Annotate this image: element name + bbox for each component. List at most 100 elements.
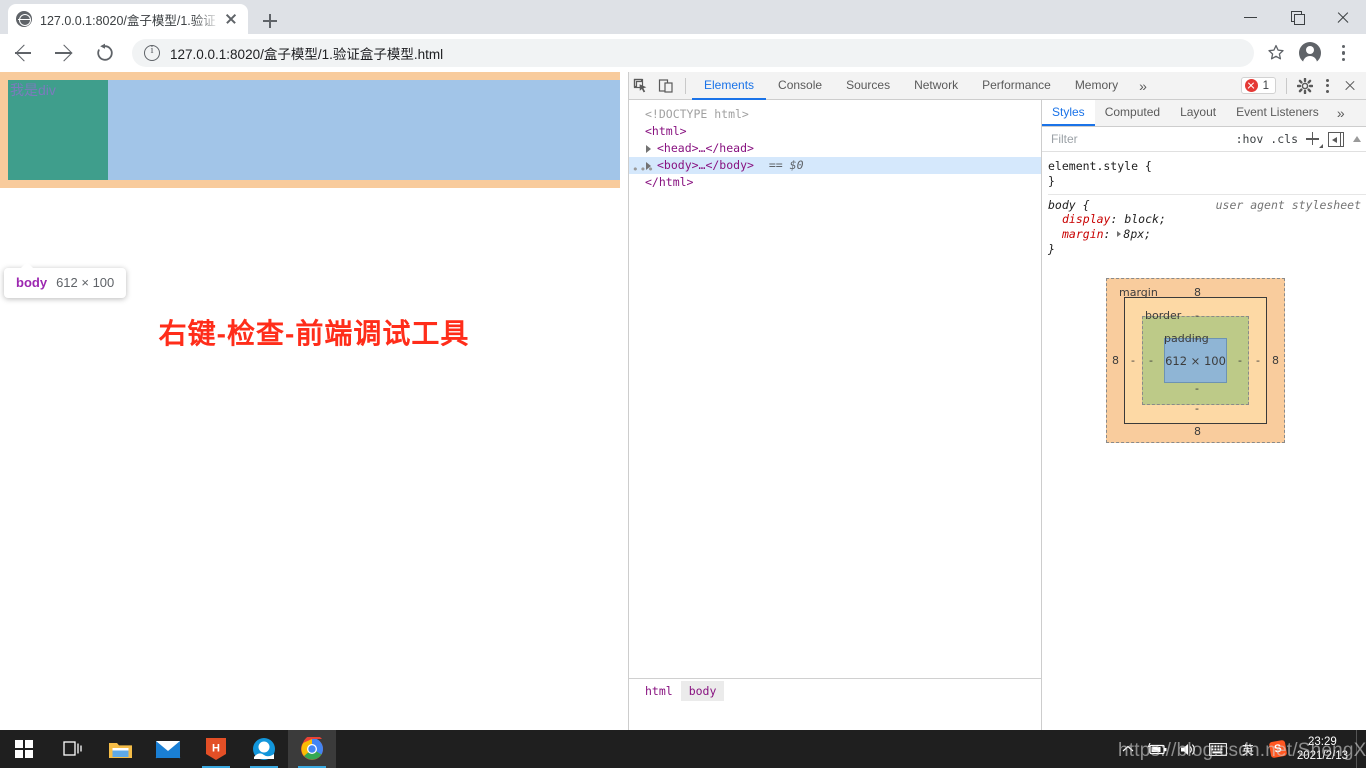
property-margin: margin	[1062, 227, 1104, 242]
address-bar[interactable]: 127.0.0.1:8020/盒子模型/1.验证盒子模型.html	[132, 39, 1254, 67]
tab-event-listeners[interactable]: Event Listeners	[1226, 100, 1329, 126]
dom-line-body[interactable]: ••• <body>…</body> == $0	[629, 157, 1041, 176]
error-count: 1	[1262, 79, 1269, 92]
tabs-overflow-icon[interactable]: »	[1130, 72, 1156, 100]
toolbar-divider	[685, 77, 686, 94]
margin-bottom-value[interactable]: 8	[1194, 425, 1201, 438]
sidebar-toggle-icon[interactable]	[1328, 131, 1344, 147]
tab-styles[interactable]: Styles	[1042, 100, 1095, 126]
minimize-button[interactable]	[1228, 0, 1274, 34]
forward-button[interactable]	[46, 36, 80, 70]
margin-right-value[interactable]: 8	[1272, 354, 1279, 367]
rule-body[interactable]: body { user agent stylesheet display: bl…	[1048, 193, 1366, 262]
folder-icon	[108, 742, 132, 758]
mail-button[interactable]	[144, 730, 192, 768]
dom-line-doctype[interactable]: <!DOCTYPE html>	[629, 106, 1041, 123]
bookmark-star-icon[interactable]	[1260, 37, 1292, 69]
error-count-badge[interactable]: 1	[1240, 77, 1276, 94]
browser-tab[interactable]: 127.0.0.1:8020/盒子模型/1.验证	[8, 4, 248, 34]
dom-tree-pane: <!DOCTYPE html> <html> <head>…</head> ••…	[629, 100, 1041, 702]
border-right-value[interactable]: -	[1256, 354, 1260, 367]
badge-tag-name: body	[16, 275, 48, 290]
page-div-element: 我是div	[8, 80, 108, 180]
rule-element-style[interactable]: element.style { }	[1048, 156, 1366, 194]
styles-tab-list: Styles Computed Layout Event Listeners »	[1042, 100, 1366, 127]
cls-toggle[interactable]: .cls	[1270, 132, 1298, 146]
padding-bottom-value[interactable]: -	[1195, 382, 1199, 395]
border-bottom-value[interactable]: -	[1195, 402, 1199, 415]
tab-layout[interactable]: Layout	[1170, 100, 1226, 126]
tray-chevron-icon[interactable]	[1113, 730, 1143, 768]
qq-browser-button[interactable]	[240, 730, 288, 768]
window-close-button[interactable]	[1320, 0, 1366, 34]
tab-computed[interactable]: Computed	[1095, 100, 1170, 126]
svg-text:H: H	[212, 743, 220, 755]
file-explorer-button[interactable]	[96, 730, 144, 768]
ime-keyboard-icon[interactable]	[1203, 730, 1233, 768]
devtools-tab-list: Elements Console Sources Network Perform…	[692, 72, 1156, 100]
taskbar-clock[interactable]: 23:29 2021/2/13	[1293, 735, 1356, 763]
dom-line-body-text: <body>…</body>	[657, 158, 754, 172]
declaration-display[interactable]: display: block;	[1048, 212, 1366, 227]
chrome-button[interactable]	[288, 730, 336, 768]
tab-performance[interactable]: Performance	[970, 72, 1063, 100]
device-toolbar-icon[interactable]	[654, 73, 679, 99]
border-left-value[interactable]: -	[1131, 354, 1135, 367]
property-display: display	[1062, 212, 1111, 227]
tab-sources[interactable]: Sources	[834, 72, 902, 100]
windows-taskbar: H 英 S 23:29 2021/2/13	[0, 730, 1366, 768]
site-info-icon[interactable]	[144, 44, 160, 61]
profile-avatar[interactable]	[1294, 37, 1326, 69]
window-controls	[1228, 0, 1366, 34]
volume-icon[interactable]	[1173, 730, 1203, 768]
dom-line-head[interactable]: <head>…</head>	[629, 140, 1041, 157]
styles-tabs-overflow-icon[interactable]: »	[1329, 100, 1353, 126]
rule-selector-element-style: element.style {	[1048, 159, 1152, 173]
chrome-menu-button[interactable]	[1328, 37, 1358, 69]
margin-left-value[interactable]: 8	[1112, 354, 1119, 367]
tab-memory[interactable]: Memory	[1063, 72, 1130, 100]
show-desktop-button[interactable]	[1356, 730, 1362, 768]
dom-line-html-close[interactable]: </html>	[629, 174, 1041, 191]
padding-left-value[interactable]: -	[1149, 354, 1153, 367]
tab-elements[interactable]: Elements	[692, 72, 767, 100]
breadcrumb-html[interactable]: html	[637, 681, 681, 701]
avatar-icon	[1299, 42, 1321, 66]
maximize-button[interactable]	[1274, 0, 1320, 34]
tab-console[interactable]: Console	[766, 72, 834, 100]
close-icon[interactable]	[222, 10, 240, 28]
hov-toggle[interactable]: :hov	[1236, 132, 1264, 146]
expand-triangle-icon-margin[interactable]	[1117, 231, 1122, 238]
padding-right-value[interactable]: -	[1238, 354, 1242, 367]
battery-icon[interactable]	[1143, 730, 1173, 768]
gear-icon[interactable]	[1293, 74, 1317, 98]
padding-top-value[interactable]: -	[1195, 332, 1199, 345]
scroll-up-icon[interactable]	[1351, 132, 1363, 146]
rule-close-element-style: }	[1048, 173, 1055, 188]
task-view-button[interactable]	[48, 730, 96, 768]
reload-icon[interactable]	[88, 36, 122, 70]
declaration-margin[interactable]: margin: 8px;	[1048, 227, 1366, 242]
border-top-value[interactable]: -	[1195, 309, 1199, 322]
margin-top-value[interactable]: 8	[1194, 286, 1201, 299]
back-button[interactable]	[6, 36, 40, 70]
start-button[interactable]	[0, 730, 48, 768]
hbuilder-icon: H	[206, 738, 226, 760]
filter-input[interactable]: Filter	[1046, 130, 1229, 149]
breadcrumb-body[interactable]: body	[680, 680, 725, 701]
dom-line-html-open[interactable]: <html>	[629, 123, 1041, 140]
devtools-menu-button[interactable]	[1317, 74, 1337, 98]
inspect-element-icon[interactable]	[629, 73, 654, 99]
new-style-rule-button[interactable]	[1305, 131, 1323, 148]
new-tab-button[interactable]	[256, 7, 284, 35]
globe-icon	[16, 11, 32, 27]
expand-triangle-icon[interactable]	[646, 145, 651, 153]
expand-triangle-icon-body[interactable]	[646, 162, 651, 170]
ime-language-indicator[interactable]: 英	[1233, 730, 1263, 768]
tab-network[interactable]: Network	[902, 72, 970, 100]
box-model-padding-label: padding	[1164, 332, 1209, 345]
devtools-close-button[interactable]	[1337, 74, 1363, 98]
value-display: block;	[1124, 212, 1166, 227]
hbuilder-button[interactable]: H	[192, 730, 240, 768]
sogou-icon[interactable]: S	[1263, 730, 1293, 768]
